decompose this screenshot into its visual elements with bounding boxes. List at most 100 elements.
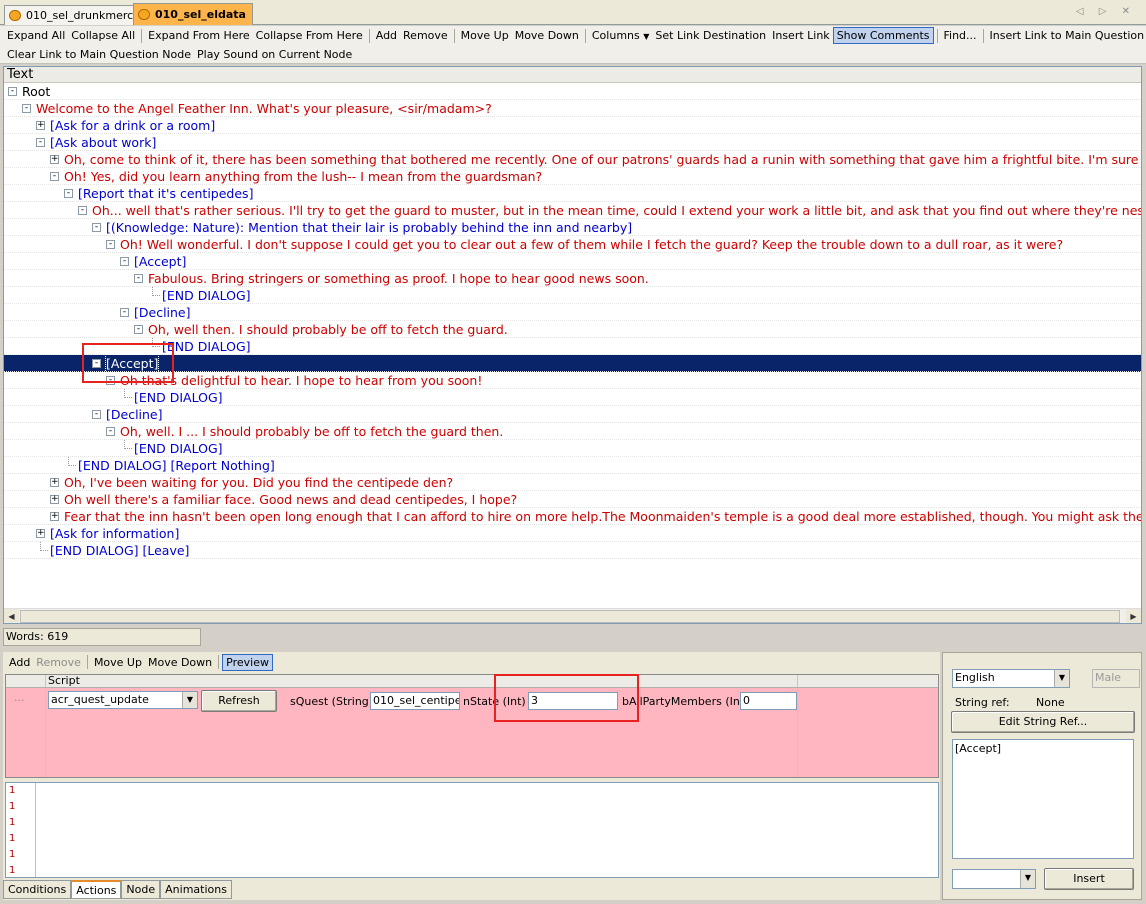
tree-row[interactable]: [END DIALOG] [4, 338, 1141, 355]
tree-row[interactable]: - [(Knowledge: Nature): Mention that thei… [4, 219, 1141, 236]
set-link-destination-button[interactable]: Set Link Destination [652, 27, 769, 44]
tree-node-text[interactable]: [END DIALOG] [162, 287, 251, 304]
tree-row[interactable]: - [Ask about work] [4, 134, 1141, 151]
tree-row[interactable]: + Oh, come to think of it, there has been… [4, 151, 1141, 168]
tree-row[interactable]: - Oh that's delightful to hear. I hope to… [4, 372, 1141, 389]
columns-dropdown[interactable]: Columns ▼ [589, 27, 653, 44]
tab-animations[interactable]: Animations [160, 880, 232, 899]
collapse-icon[interactable]: - [8, 87, 17, 96]
tab-scroll-arrows-icon[interactable]: ◁ ▷ ✕ [1076, 6, 1136, 17]
play-sound-button[interactable]: Play Sound on Current Node [194, 46, 355, 63]
collapse-icon[interactable]: - [134, 325, 143, 334]
tree-row[interactable]: + Oh, I've been waiting for you. Did you … [4, 474, 1141, 491]
add-node-button[interactable]: Add [373, 27, 400, 44]
language-select[interactable]: English ▼ [952, 669, 1070, 688]
tree-row[interactable]: [END DIALOG] [Leave] [4, 542, 1141, 559]
horizontal-scrollbar[interactable]: ◀ ▶ [4, 608, 1141, 623]
action-move-down-button[interactable]: Move Down [145, 654, 215, 671]
tree-row[interactable]: - [Report that it's centipedes] [4, 185, 1141, 202]
string-text-area[interactable]: [Accept] [952, 739, 1134, 859]
tree-row[interactable]: - Welcome to the Angel Feather Inn. What'… [4, 100, 1141, 117]
insert-token-select[interactable]: ▼ [952, 869, 1036, 889]
tree-node-text[interactable]: Oh, come to think of it, there has been … [64, 151, 1141, 168]
chevron-down-icon[interactable]: ▼ [182, 692, 197, 708]
tree-row[interactable]: - Root [4, 83, 1141, 100]
collapse-icon[interactable]: - [120, 257, 129, 266]
tree-node-text[interactable]: [Decline] [134, 304, 191, 321]
expand-from-here-button[interactable]: Expand From Here [145, 27, 252, 44]
action-add-button[interactable]: Add [6, 654, 33, 671]
remove-node-button[interactable]: Remove [400, 27, 451, 44]
tree-node-text[interactable]: [Ask for information] [50, 525, 179, 542]
tree-node-text[interactable]: [Decline] [106, 406, 163, 423]
collapse-icon[interactable]: - [64, 189, 73, 198]
tree-row[interactable]: [END DIALOG] [4, 287, 1141, 304]
tree-row[interactable]: - [Accept] [4, 253, 1141, 270]
expand-icon[interactable]: + [36, 121, 45, 130]
chevron-down-icon[interactable]: ▼ [1054, 670, 1069, 687]
tab-conditions[interactable]: Conditions [3, 880, 72, 899]
tree-node-text[interactable]: [END DIALOG] [162, 338, 251, 355]
find-button[interactable]: Find... [941, 27, 980, 44]
ballpartymembers-input[interactable]: 0 [740, 692, 797, 710]
tree-node-text[interactable]: [Ask for a drink or a room] [50, 117, 215, 134]
scroll-left-icon[interactable]: ◀ [4, 609, 19, 623]
tree-column-header[interactable]: Text [4, 67, 1141, 83]
collapse-all-button[interactable]: Collapse All [68, 27, 138, 44]
tree-node-text[interactable]: Welcome to the Angel Feather Inn. What's… [36, 100, 492, 117]
move-up-button[interactable]: Move Up [458, 27, 512, 44]
insert-link-main-question-button[interactable]: Insert Link to Main Question Node [987, 27, 1146, 44]
tree-node-text[interactable]: Oh... well that's rather serious. I'll t… [92, 202, 1141, 219]
tree-node-text[interactable]: Fear that the inn hasn't been open long … [64, 508, 1141, 525]
collapse-icon[interactable]: - [106, 240, 115, 249]
collapse-from-here-button[interactable]: Collapse From Here [253, 27, 366, 44]
tree-row[interactable]: + [Ask for information] [4, 525, 1141, 542]
insert-link-button[interactable]: Insert Link [769, 27, 833, 44]
tree-node-text[interactable]: [END DIALOG] [134, 440, 223, 457]
tab-eldata[interactable]: 010_sel_eldata [133, 3, 253, 25]
tree-node-text[interactable]: Oh, well then. I should probably be off … [148, 321, 508, 338]
tree-node-text[interactable]: [END DIALOG] [Report Nothing] [78, 457, 275, 474]
tree-row[interactable]: - [Decline] [4, 406, 1141, 423]
collapse-icon[interactable]: - [120, 308, 129, 317]
tree-row[interactable]: - Oh... well that's rather serious. I'll … [4, 202, 1141, 219]
expand-icon[interactable]: + [50, 155, 59, 164]
tree-row[interactable]: - [Decline] [4, 304, 1141, 321]
action-move-up-button[interactable]: Move Up [91, 654, 145, 671]
tree-row[interactable]: [END DIALOG] [4, 389, 1141, 406]
tree-node-text[interactable]: Oh! Well wonderful. I don't suppose I co… [120, 236, 1063, 253]
preview-toggle[interactable]: Preview [222, 653, 273, 671]
collapse-icon[interactable]: - [92, 410, 101, 419]
tree-node-text[interactable]: Oh well there's a familiar face. Good ne… [64, 491, 517, 508]
show-comments-toggle[interactable]: Show Comments [832, 27, 934, 44]
tree-node-text[interactable]: [END DIALOG] [134, 389, 223, 406]
tree-node-text[interactable]: Oh, well. I ... I should probably be off… [120, 423, 503, 440]
tree-node-text[interactable]: Fabulous. Bring stringers or something a… [148, 270, 649, 287]
tab-actions[interactable]: Actions [71, 880, 122, 899]
expand-all-button[interactable]: Expand All [4, 27, 68, 44]
script-editor[interactable]: 1 1 1 1 1 1 [5, 782, 939, 878]
script-select[interactable]: acr_quest_update ▼ [48, 691, 198, 709]
clear-link-main-question-button[interactable]: Clear Link to Main Question Node [4, 46, 194, 63]
scrollbar-thumb[interactable] [20, 610, 1120, 623]
gender-select[interactable]: Male [1092, 669, 1140, 688]
tree-node-text[interactable]: Root [22, 83, 50, 100]
tab-drunkmerc[interactable]: 010_sel_drunkmerc [4, 5, 141, 25]
tree-node-text[interactable]: Oh that's delightful to hear. I hope to … [120, 372, 482, 389]
refresh-button[interactable]: Refresh [201, 690, 277, 712]
chevron-down-icon[interactable]: ▼ [1020, 870, 1035, 888]
collapse-icon[interactable]: - [22, 104, 31, 113]
squest-input[interactable]: 010_sel_centiped [370, 692, 460, 710]
tab-node[interactable]: Node [121, 880, 161, 899]
scroll-right-icon[interactable]: ▶ [1126, 609, 1141, 623]
tree-row[interactable]: - Fabulous. Bring stringers or something … [4, 270, 1141, 287]
collapse-icon[interactable]: - [78, 206, 87, 215]
tree-row[interactable]: + Fear that the inn hasn't been open long… [4, 508, 1141, 525]
tree-node-text[interactable]: Oh, I've been waiting for you. Did you f… [64, 474, 453, 491]
collapse-icon[interactable]: - [106, 427, 115, 436]
collapse-icon[interactable]: - [50, 172, 59, 181]
collapse-icon[interactable]: - [36, 138, 45, 147]
expand-icon[interactable]: + [50, 512, 59, 521]
expand-icon[interactable]: + [50, 478, 59, 487]
collapse-icon[interactable]: - [92, 223, 101, 232]
